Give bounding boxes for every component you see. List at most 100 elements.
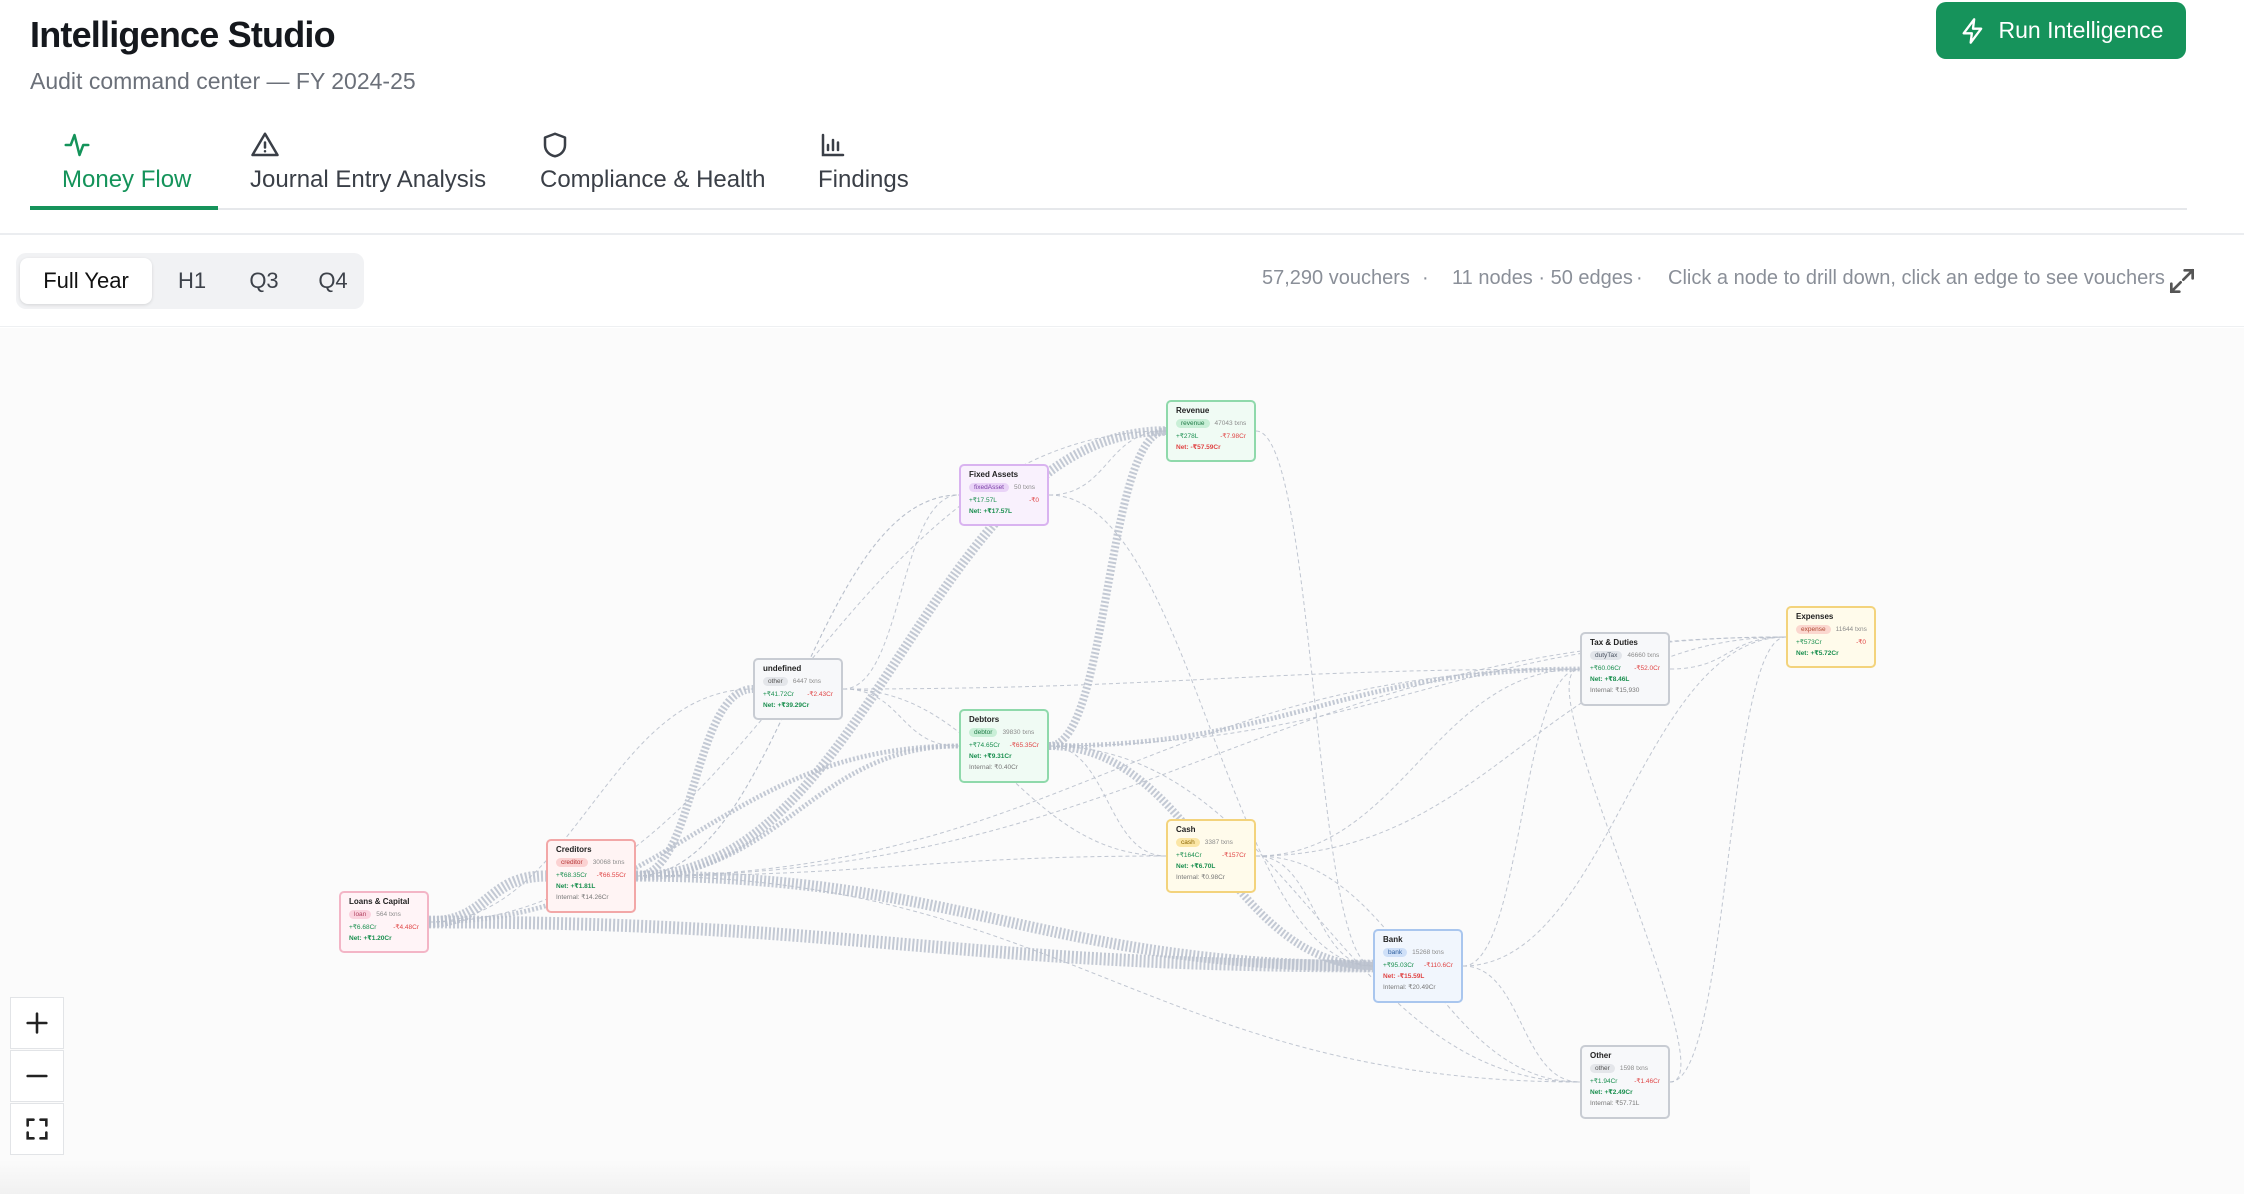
flow-toolbar: Full Year H1 Q3 Q4 57,290 vouchers · 11 …	[0, 235, 2244, 327]
node-other[interactable]: Other other 1598 txns +₹1.94Cr -₹1.46Cr Ne…	[1580, 1045, 1670, 1119]
page-title: Intelligence Studio	[30, 14, 336, 55]
period-h1[interactable]: H1	[158, 258, 226, 304]
flow-edge-other-expenses[interactable]	[1669, 636, 1787, 1083]
flow-edge-loans-bank[interactable]	[428, 915, 1374, 973]
period-q3[interactable]: Q3	[230, 258, 298, 304]
node-type-badge: fixedAsset	[969, 483, 1009, 492]
node-internal: Internal: ₹20.49Cr	[1383, 984, 1436, 991]
tab-compliance-health[interactable]: Compliance & Health	[540, 128, 765, 210]
node-txn-count: 3387 txns	[1204, 839, 1233, 846]
tab-money-flow[interactable]: Money Flow	[62, 128, 191, 210]
node-internal: Internal: ₹14.26Cr	[556, 894, 609, 901]
node-outflow: -₹0	[1856, 639, 1866, 646]
flow-edge-debtors-expenses[interactable]	[1048, 636, 1787, 747]
node-inflow: +₹164Cr	[1176, 852, 1202, 859]
interaction-hint: Click a node to drill down, click an edg…	[1668, 267, 2165, 289]
node-net: Net: +₹2.49Cr	[1590, 1089, 1633, 1096]
zoom-in-button[interactable]	[10, 997, 64, 1049]
plus-icon	[26, 1012, 48, 1034]
tab-label: Money Flow	[62, 166, 192, 193]
node-outflow: -₹7.98Cr	[1220, 433, 1246, 440]
node-type-badge: other	[1590, 1064, 1615, 1073]
node-inflow: +₹95.03Cr	[1383, 962, 1415, 969]
tab-journal-entry-analysis[interactable]: Journal Entry Analysis	[250, 128, 486, 210]
period-selector: Full Year H1 Q3 Q4	[16, 253, 364, 309]
node-name: Fixed Assets	[969, 470, 1019, 479]
node-name: Bank	[1383, 935, 1403, 944]
node-net: Net: -₹15.59L	[1383, 973, 1425, 980]
flow-edge-bank-tax[interactable]	[1462, 668, 1581, 967]
node-name: Loans & Capital	[349, 897, 410, 906]
node-type-badge: bank	[1383, 948, 1408, 957]
period-full-year[interactable]: Full Year	[20, 258, 152, 304]
node-outflow: -₹52.0Cr	[1634, 665, 1660, 672]
node-txn-count: 6447 txns	[792, 678, 822, 685]
node-outflow: -₹0	[1029, 497, 1039, 504]
node-inflow: +₹573Cr	[1796, 639, 1822, 646]
node-outflow: -₹1.46Cr	[1634, 1078, 1660, 1085]
node-txn-count: 15268 txns	[1412, 949, 1444, 956]
run-intelligence-button[interactable]: Run Intelligence	[1936, 2, 2186, 59]
expand-icon[interactable]	[2166, 265, 2198, 297]
flow-edge-debtors-other[interactable]	[1048, 745, 1581, 1083]
flow-edge-revenue-bank[interactable]	[1255, 430, 1374, 967]
node-outflow: -₹2.43Cr	[807, 691, 833, 698]
tab-findings[interactable]: Findings	[818, 128, 909, 210]
period-q4[interactable]: Q4	[306, 258, 360, 304]
flow-edge-creditors-revenue[interactable]	[635, 426, 1167, 881]
node-inflow: +₹1.94Cr	[1590, 1078, 1618, 1085]
flow-edge-cash-tax[interactable]	[1255, 668, 1581, 857]
node-type-badge: cash	[1176, 838, 1200, 847]
node-outflow: -₹65.35Cr	[1009, 742, 1039, 749]
flow-edge-cash-expenses[interactable]	[1255, 636, 1787, 857]
node-inflow: +₹74.65Cr	[969, 742, 1001, 749]
node-txn-count: 47043 txns	[1214, 420, 1247, 427]
node-bank[interactable]: Bank bank 15268 txns +₹95.03Cr -₹110.6Cr N…	[1373, 929, 1463, 1003]
node-outflow: -₹4.48Cr	[393, 924, 419, 931]
flow-edge-debtors-tax[interactable]	[1048, 666, 1581, 749]
money-flow-canvas[interactable]: Revenue revenue 47043 txns +₹278L -₹7.98Cr…	[0, 328, 2244, 1194]
node-loans-capital[interactable]: Loans & Capital loan 564 txns +₹6.68Cr -₹4…	[339, 891, 429, 953]
tab-bar: Money Flow Journal Entry Analysis Compli…	[30, 128, 2187, 210]
node-tax-duties[interactable]: Tax & Duties dutyTax 46660 txns +₹60.06Cr…	[1580, 632, 1670, 706]
node-revenue[interactable]: Revenue revenue 47043 txns +₹278L -₹7.98Cr…	[1166, 400, 1256, 462]
node-internal: Internal: ₹57.71L	[1590, 1100, 1640, 1107]
warning-triangle-icon	[251, 132, 279, 157]
node-net: Net: +₹1.81L	[556, 883, 596, 890]
node-undefined[interactable]: undefined other 6447 txns +₹41.72Cr -₹2.43…	[753, 658, 843, 720]
lightning-icon	[1962, 17, 1982, 44]
node-internal: Internal: ₹0.40Cr	[969, 764, 1018, 771]
flow-edges	[428, 426, 1787, 1083]
flow-edge-bank-other[interactable]	[1462, 965, 1581, 1083]
node-txn-count: 11644 txns	[1835, 626, 1867, 633]
canvas-bottom-shade	[0, 1160, 1750, 1194]
node-inflow: +₹41.72Cr	[763, 691, 795, 698]
node-outflow: -₹157Cr	[1221, 852, 1246, 859]
node-net: Net: +₹39.29Cr	[763, 702, 810, 709]
zoom-out-button[interactable]	[10, 1050, 64, 1102]
flow-edge-fixed_assets-bank[interactable]	[1048, 494, 1374, 967]
flow-edge-loans-creditors[interactable]	[428, 870, 547, 928]
node-expenses[interactable]: Expenses expense 11644 txns +₹573Cr -₹0 Ne…	[1786, 606, 1876, 668]
minus-icon	[26, 1074, 48, 1078]
node-txn-count: 564 txns	[376, 911, 401, 918]
node-type-badge: creditor	[556, 858, 588, 867]
node-fixed-assets[interactable]: Fixed Assets fixedAsset 50 txns +₹17.57L -…	[959, 464, 1049, 526]
node-txn-count: 1598 txns	[1619, 1065, 1649, 1072]
flow-edge-debtors-revenue[interactable]	[1048, 427, 1167, 750]
node-debtors[interactable]: Debtors debtor 39830 txns +₹74.65Cr -₹65.3…	[959, 709, 1049, 783]
node-name: Cash	[1176, 825, 1196, 834]
node-inflow: +₹278L	[1176, 433, 1199, 440]
fit-view-icon	[26, 1118, 48, 1140]
fit-view-button[interactable]	[10, 1103, 64, 1155]
separator: ·	[1422, 267, 1429, 289]
node-type-badge: expense	[1796, 625, 1831, 634]
node-name: Other	[1590, 1051, 1612, 1060]
node-net: Net: +₹5.72Cr	[1796, 650, 1839, 657]
node-cash[interactable]: Cash cash 3387 txns +₹164Cr -₹157Cr Net: +…	[1166, 819, 1256, 893]
node-inflow: +₹60.06Cr	[1590, 665, 1622, 672]
shield-icon	[543, 132, 567, 158]
node-creditors[interactable]: Creditors creditor 30068 txns +₹68.35Cr -₹…	[546, 839, 636, 913]
header: Intelligence Studio Audit command center…	[0, 0, 2244, 234]
flow-edge-creditors-debtors[interactable]	[635, 743, 960, 879]
